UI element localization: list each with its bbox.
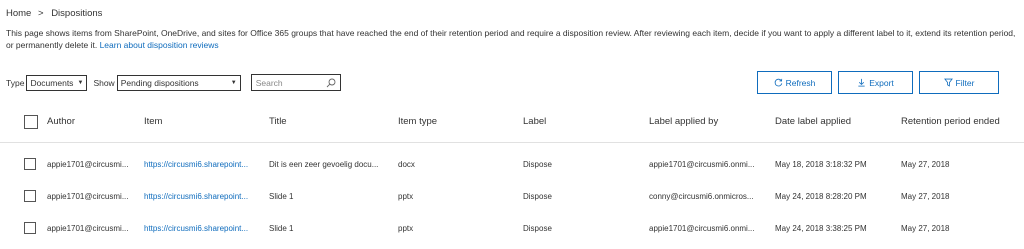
page-description: This page shows items from SharePoint, O… (6, 27, 1022, 51)
title-cell: Slide 1 (269, 192, 294, 201)
column-header-item-type[interactable]: Item type (398, 116, 518, 127)
show-label: Show (93, 77, 115, 88)
retention-period-ended-cell: May 27, 2018 (901, 160, 950, 169)
filter-bar: Type Documents ▼ Show Pending dispositio… (6, 74, 341, 91)
breadcrumb-separator: > (37, 8, 44, 19)
filter-button[interactable]: Filter (919, 71, 999, 94)
label-cell: Dispose (523, 224, 552, 233)
filter-label: Filter (955, 77, 975, 88)
retention-period-ended-cell: May 27, 2018 (901, 192, 950, 201)
download-icon (858, 78, 865, 87)
type-value: Documents (30, 77, 74, 88)
title-cell: Dit is een zeer gevoelig docu... (269, 160, 379, 169)
search-placeholder: Search (255, 77, 283, 88)
author-cell: appie1701@circusmi... (47, 224, 129, 233)
learn-more-link[interactable]: Learn about disposition reviews (100, 40, 219, 50)
type-dropdown[interactable]: Documents ▼ (26, 74, 88, 91)
table-row[interactable]: appie1701@circusmi... https://circusmi6.… (0, 188, 1024, 206)
item-type-cell: pptx (398, 192, 414, 201)
breadcrumb-current: Dispositions (51, 8, 103, 19)
row-checkbox[interactable] (24, 158, 36, 170)
row-checkbox[interactable] (24, 190, 36, 202)
breadcrumb-home[interactable]: Home (6, 8, 31, 19)
column-header-label[interactable]: Label (523, 116, 643, 127)
type-label: Type (6, 77, 25, 88)
breadcrumb: Home > Dispositions (6, 8, 102, 19)
show-dropdown[interactable]: Pending dispositions ▼ (116, 74, 241, 91)
column-header-author[interactable]: Author (47, 116, 139, 127)
refresh-icon (774, 78, 782, 87)
title-cell: Slide 1 (269, 224, 294, 233)
date-label-applied-cell: May 18, 2018 3:18:32 PM (775, 160, 867, 169)
column-header-date-label-applied[interactable]: Date label applied (775, 116, 895, 127)
label-cell: Dispose (523, 192, 552, 201)
retention-period-ended-cell: May 27, 2018 (901, 224, 950, 233)
table-row[interactable]: appie1701@circusmi... https://circusmi6.… (0, 156, 1024, 174)
export-button[interactable]: Export (838, 71, 913, 94)
label-applied-by-cell: conny@circusmi6.onmicros... (649, 192, 754, 201)
date-label-applied-cell: May 24, 2018 8:28:20 PM (775, 192, 867, 201)
label-applied-by-cell: appie1701@circusmi6.onmi... (649, 160, 755, 169)
item-type-cell: pptx (398, 224, 414, 233)
label-cell: Dispose (523, 160, 552, 169)
column-header-title[interactable]: Title (269, 116, 394, 127)
item-link[interactable]: https://circusmi6.sharepoint... (144, 224, 266, 233)
refresh-label: Refresh (785, 77, 816, 88)
date-label-applied-cell: May 24, 2018 3:38:25 PM (775, 224, 867, 233)
search-input[interactable]: Search (250, 74, 341, 91)
item-link[interactable]: https://circusmi6.sharepoint... (144, 192, 266, 201)
export-label: Export (869, 77, 894, 88)
show-value: Pending dispositions (120, 77, 199, 88)
item-link[interactable]: https://circusmi6.sharepoint... (144, 160, 266, 169)
author-cell: appie1701@circusmi... (47, 192, 129, 201)
caret-down-icon: ▼ (77, 79, 84, 86)
item-type-cell: docx (398, 160, 415, 169)
row-checkbox[interactable] (24, 222, 36, 234)
header-divider (0, 142, 1024, 143)
refresh-button[interactable]: Refresh (757, 71, 832, 94)
column-header-item[interactable]: Item (144, 116, 264, 127)
column-header-retention-period-ended[interactable]: Retention period ended (901, 116, 1024, 127)
select-all-checkbox[interactable] (24, 115, 38, 129)
table-header: Author Item Title Item type Label Label … (0, 112, 1024, 134)
author-cell: appie1701@circusmi... (47, 160, 129, 169)
funnel-icon (943, 78, 953, 87)
table-row[interactable]: appie1701@circusmi... https://circusmi6.… (0, 220, 1024, 238)
column-header-label-applied-by[interactable]: Label applied by (649, 116, 769, 127)
label-applied-by-cell: appie1701@circusmi6.onmi... (649, 224, 755, 233)
search-icon[interactable] (326, 78, 336, 88)
caret-down-icon: ▼ (230, 79, 237, 86)
